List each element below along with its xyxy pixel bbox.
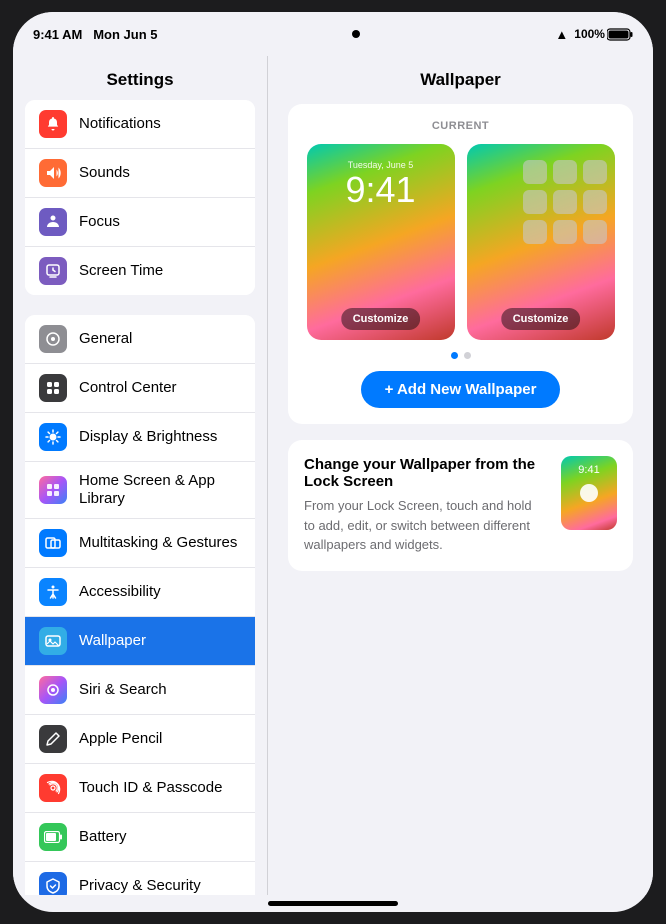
info-description: From your Lock Screen, touch and hold to… [304,496,545,555]
sidebar-item-display[interactable]: Display & Brightness [25,413,255,462]
control-center-icon [39,374,67,402]
dot-1[interactable] [451,352,458,359]
multitasking-label: Multitasking & Gestures [79,534,237,552]
touch-id-label: Touch ID & Passcode [79,779,222,797]
status-right: ▲ 100% [555,27,633,42]
notifications-icon [39,110,67,138]
dot-2[interactable] [464,352,471,359]
panel-title: Wallpaper [288,56,633,104]
home-screen-label: Home Screen & App Library [79,472,241,508]
sidebar-title: Settings [13,56,267,100]
wallpaper-icon [39,627,67,655]
app-icon [583,160,607,184]
sidebar-item-wallpaper[interactable]: Wallpaper [25,617,255,666]
touch-id-icon [39,774,67,802]
sounds-label: Sounds [79,164,130,182]
sidebar-item-home-screen[interactable]: Home Screen & App Library [25,462,255,519]
sidebar-item-multitasking[interactable]: Multitasking & Gestures [25,519,255,568]
app-icon [523,160,547,184]
lock-screen-preview[interactable]: Tuesday, June 5 9:41 Customize [307,144,455,340]
info-preview: 9:41 [561,456,617,530]
accessibility-icon [39,578,67,606]
sidebar-item-focus[interactable]: Focus [25,198,255,247]
general-label: General [79,330,132,348]
screen-time-label: Screen Time [79,262,163,280]
main-content: Settings Notifications Sounds [13,56,653,895]
sidebar-item-siri[interactable]: Siri & Search [25,666,255,715]
sidebar-item-privacy[interactable]: Privacy & Security [25,862,255,895]
apple-pencil-label: Apple Pencil [79,730,162,748]
wallpaper-previews: Tuesday, June 5 9:41 Customize [304,144,617,340]
sidebar-item-notifications[interactable]: Notifications [25,100,255,149]
app-icon [553,220,577,244]
privacy-label: Privacy & Security [79,877,201,895]
focus-label: Focus [79,213,120,231]
accessibility-label: Accessibility [79,583,161,601]
home-screen-preview[interactable]: Customize [467,144,615,340]
wallpaper-label: Wallpaper [79,632,146,650]
app-icon [583,220,607,244]
info-title: Change your Wallpaper from the Lock Scre… [304,456,545,490]
wallpaper-card: CURRENT Tuesday, June 5 9:41 Customize [288,104,633,424]
device-frame: 9:41 AM Mon Jun 5 ▲ 100% Settings [13,12,653,912]
lock-screen-time: 9:41 [345,172,415,208]
app-icon [523,220,547,244]
wifi-icon: ▲ [555,27,568,42]
sidebar-item-screen-time[interactable]: Screen Time [25,247,255,295]
screen-time-icon [39,257,67,285]
home-indicator [268,901,398,906]
notch [352,30,360,38]
right-panel: Wallpaper CURRENT Tuesday, June 5 9:41 C… [268,56,653,895]
app-icon [553,160,577,184]
general-icon [39,325,67,353]
home-customize-btn[interactable]: Customize [501,308,581,330]
sidebar-item-general[interactable]: General [25,315,255,364]
sidebar-item-sounds[interactable]: Sounds [25,149,255,198]
dots-indicator [304,352,617,359]
battery-label: Battery [79,828,127,846]
siri-icon [39,676,67,704]
notifications-label: Notifications [79,115,161,133]
app-icon [553,190,577,214]
sidebar-item-accessibility[interactable]: Accessibility [25,568,255,617]
add-wallpaper-label: + Add New Wallpaper [385,381,537,398]
sidebar-item-battery[interactable]: Battery [25,813,255,862]
lock-customize-btn[interactable]: Customize [341,308,421,330]
status-bar: 9:41 AM Mon Jun 5 ▲ 100% [13,12,653,56]
control-center-label: Control Center [79,379,177,397]
add-wallpaper-button[interactable]: + Add New Wallpaper [361,371,561,408]
info-card: Change your Wallpaper from the Lock Scre… [288,440,633,571]
siri-label: Siri & Search [79,681,167,699]
sidebar-item-apple-pencil[interactable]: Apple Pencil [25,715,255,764]
apple-pencil-icon [39,725,67,753]
home-screen-icon [39,476,67,504]
app-icon [523,190,547,214]
privacy-icon [39,872,67,895]
battery-nav-icon [39,823,67,851]
sounds-icon [39,159,67,187]
sidebar-section-1: Notifications Sounds Focus [25,100,255,295]
sidebar-item-touch-id[interactable]: Touch ID & Passcode [25,764,255,813]
display-label: Display & Brightness [79,428,217,446]
preview-inner [561,456,617,530]
status-time: 9:41 AM Mon Jun 5 [33,27,158,42]
battery-indicator: 100% [574,27,633,41]
app-icon [583,190,607,214]
app-icons-grid [523,160,607,244]
preview-dot [580,484,598,502]
sidebar-section-2: General Control Center Display & Brightn… [25,315,255,895]
sidebar-item-control-center[interactable]: Control Center [25,364,255,413]
display-icon [39,423,67,451]
focus-icon [39,208,67,236]
info-text: Change your Wallpaper from the Lock Scre… [304,456,545,555]
sidebar: Settings Notifications Sounds [13,56,268,895]
multitasking-icon [39,529,67,557]
current-label: CURRENT [304,120,617,132]
